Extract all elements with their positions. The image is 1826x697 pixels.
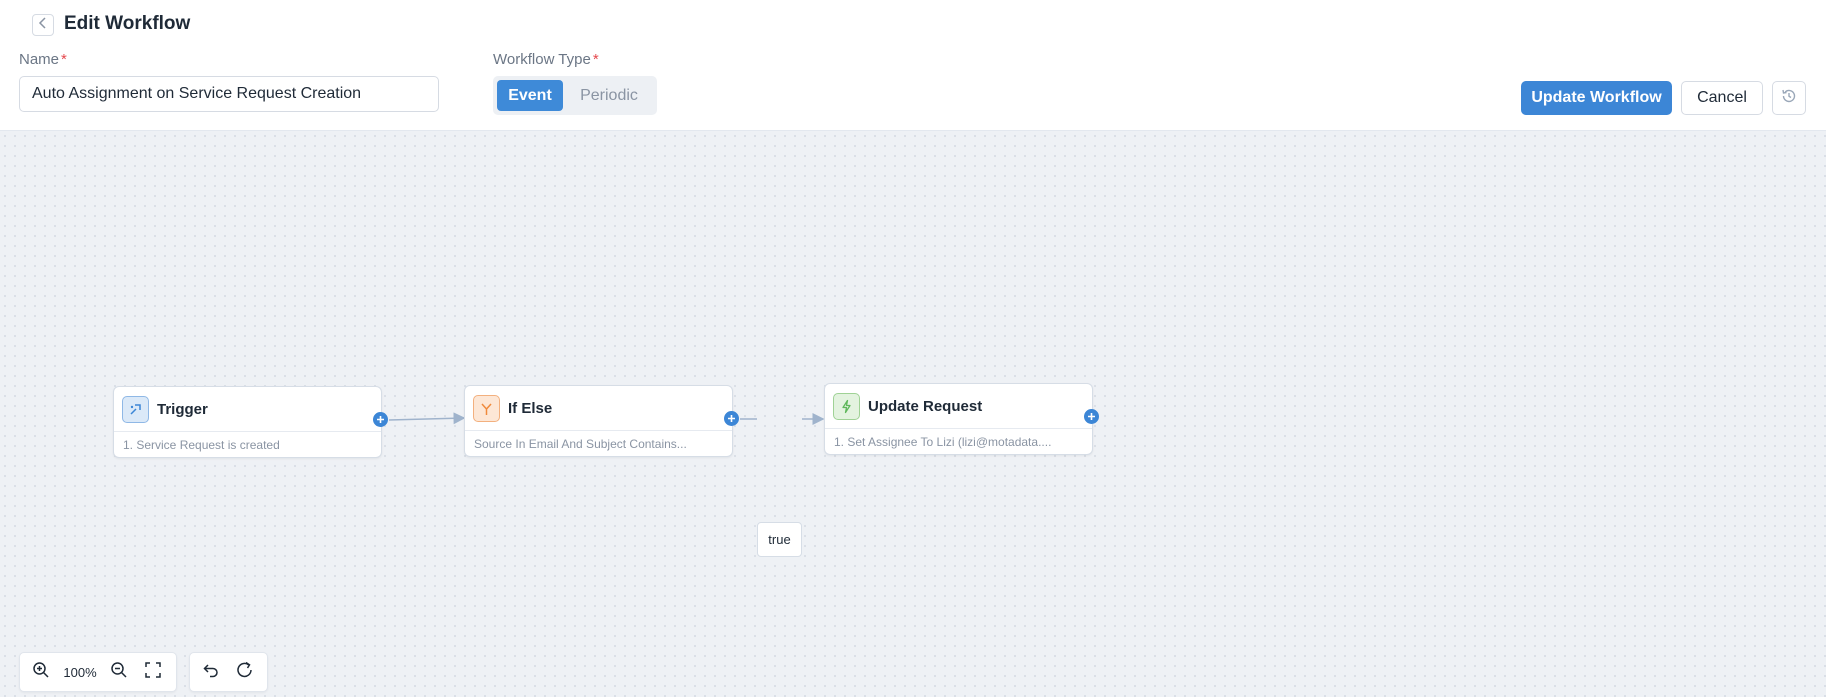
workflow-type-label: Workflow Type *	[493, 51, 599, 68]
back-button[interactable]	[32, 14, 54, 36]
workflow-type-label-text: Workflow Type	[493, 51, 591, 68]
type-option-event[interactable]: Event	[497, 80, 563, 111]
edge-trigger-to-ifelse	[388, 412, 466, 425]
node-description: 1. Service Request is created	[123, 438, 280, 452]
add-step-button[interactable]	[724, 411, 739, 426]
zoom-toolbar: 100%	[19, 652, 177, 692]
update-workflow-button[interactable]: Update Workflow	[1521, 81, 1672, 115]
redo-button[interactable]	[228, 657, 262, 687]
node-header: If Else	[465, 386, 732, 431]
workflow-type-toggle: Event Periodic	[493, 76, 657, 115]
undo-button[interactable]	[194, 657, 228, 687]
undo-icon	[202, 661, 220, 684]
lightning-icon	[833, 392, 860, 420]
history-button[interactable]	[1772, 81, 1806, 115]
node-title: Trigger	[157, 400, 208, 418]
required-marker: *	[61, 51, 67, 68]
fit-view-button[interactable]	[136, 657, 170, 687]
edge-label-true[interactable]: true	[757, 522, 802, 557]
type-option-periodic[interactable]: Periodic	[565, 80, 653, 111]
zoom-in-button[interactable]	[24, 657, 58, 687]
plus-icon	[727, 410, 736, 428]
workflow-header: Edit Workflow Name* Workflow Type* Event…	[0, 0, 1826, 131]
add-step-button[interactable]	[373, 412, 388, 427]
node-description: Source In Email And Subject Contains...	[474, 437, 687, 451]
name-label: Name *	[19, 51, 67, 68]
history-icon	[1780, 87, 1798, 110]
node-header: Trigger	[114, 387, 381, 432]
fullscreen-icon	[145, 661, 161, 683]
page-title: Edit Workflow	[64, 13, 191, 34]
zoom-in-icon	[32, 661, 50, 684]
node-title: If Else	[508, 399, 553, 417]
plus-icon	[1087, 408, 1096, 426]
name-label-text: Name	[19, 51, 60, 68]
node-description: 1. Set Assignee To Lizi (lizi@motadata..…	[834, 435, 1052, 449]
node-title: Update Request	[868, 397, 983, 415]
name-input[interactable]	[19, 76, 439, 112]
cancel-button[interactable]: Cancel	[1681, 81, 1763, 115]
node-header: Update Request	[825, 384, 1092, 429]
trigger-icon	[122, 395, 149, 423]
node-update-request[interactable]: Update Request 1. Set Assignee To Lizi (…	[824, 383, 1093, 455]
node-if-else[interactable]: If Else Source In Email And Subject Cont…	[464, 385, 733, 457]
zoom-out-icon	[110, 661, 128, 684]
required-marker: *	[592, 51, 599, 68]
redo-icon	[235, 660, 255, 685]
plus-icon	[376, 411, 385, 429]
zoom-level: 100%	[63, 664, 97, 680]
node-trigger[interactable]: Trigger 1. Service Request is created	[113, 386, 382, 458]
branch-icon	[473, 394, 500, 422]
chevron-left-icon	[38, 16, 48, 34]
history-toolbar	[189, 652, 268, 692]
workflow-canvas[interactable]: Trigger 1. Service Request is created If…	[0, 131, 1826, 697]
add-step-button[interactable]	[1084, 409, 1099, 424]
zoom-out-button[interactable]	[102, 657, 136, 687]
